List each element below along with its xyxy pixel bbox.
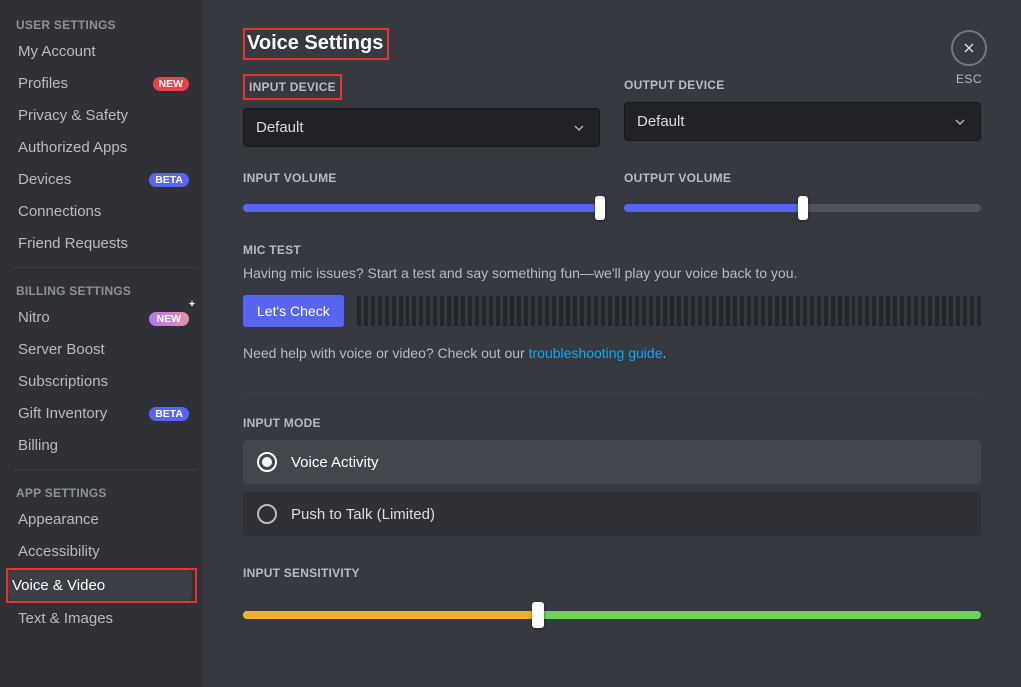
sidebar-item-label: Gift Inventory xyxy=(18,405,107,422)
close-label: ESC xyxy=(951,72,987,86)
sidebar-item-label: Devices xyxy=(18,171,71,188)
sidebar-item-label: Accessibility xyxy=(18,543,100,560)
sidebar-item-connections[interactable]: Connections xyxy=(14,196,197,227)
sidebar-item-gift-inventory[interactable]: Gift Inventory BETA xyxy=(14,398,197,429)
input-mode-voice-activity[interactable]: Voice Activity xyxy=(243,440,981,484)
nitro-badge-wrap: NEW xyxy=(149,309,190,326)
sidebar-item-label: Connections xyxy=(18,203,101,220)
sidebar-divider xyxy=(14,267,197,268)
beta-badge: BETA xyxy=(149,173,189,187)
sidebar-item-privacy[interactable]: Privacy & Safety xyxy=(14,100,197,131)
mic-test-label: MIC TEST xyxy=(243,243,301,257)
sidebar-item-accessibility[interactable]: Accessibility xyxy=(14,536,197,567)
highlight-annotation: Voice & Video xyxy=(6,568,197,603)
select-value: Default xyxy=(637,113,685,130)
new-badge: NEW xyxy=(153,77,190,91)
radio-icon xyxy=(257,504,277,524)
sparkle-icon xyxy=(185,299,199,313)
output-device-select[interactable]: Default xyxy=(624,102,981,141)
sidebar-item-account[interactable]: My Account xyxy=(14,36,197,67)
input-mode-label: INPUT MODE xyxy=(243,416,321,430)
output-volume-label: OUTPUT VOLUME xyxy=(624,171,731,185)
radio-icon xyxy=(257,452,277,472)
page-title: Voice Settings xyxy=(245,30,387,58)
input-volume-slider[interactable] xyxy=(243,197,600,219)
beta-badge: BETA xyxy=(149,407,189,421)
input-device-label: INPUT DEVICE xyxy=(249,80,336,94)
input-sensitivity-slider[interactable] xyxy=(243,611,981,619)
help-text: Need help with voice or video? Check out… xyxy=(243,345,981,361)
lets-check-button[interactable]: Let's Check xyxy=(243,295,344,327)
input-sensitivity-label: INPUT SENSITIVITY xyxy=(243,566,360,580)
sidebar-item-voice-video[interactable]: Voice & Video xyxy=(8,570,192,601)
input-mode-push-to-talk[interactable]: Push to Talk (Limited) xyxy=(243,492,981,536)
sidebar-item-label: Subscriptions xyxy=(18,373,108,390)
sidebar-item-label: Text & Images xyxy=(18,610,113,627)
sidebar-item-appearance[interactable]: Appearance xyxy=(14,504,197,535)
sidebar-item-label: Server Boost xyxy=(18,341,105,358)
sidebar-header-billing: BILLING SETTINGS xyxy=(14,276,197,302)
sidebar-item-profiles[interactable]: Profiles NEW xyxy=(14,68,197,99)
radio-label: Voice Activity xyxy=(291,454,379,471)
select-value: Default xyxy=(256,119,304,136)
mic-level-meter xyxy=(356,296,981,326)
troubleshooting-link[interactable]: troubleshooting guide xyxy=(529,345,663,361)
sidebar-item-billing[interactable]: Billing xyxy=(14,430,197,461)
new-badge: NEW xyxy=(149,312,190,326)
input-device-select[interactable]: Default xyxy=(243,108,600,147)
sidebar-item-label: Privacy & Safety xyxy=(18,107,128,124)
sidebar-item-devices[interactable]: Devices BETA xyxy=(14,164,197,195)
output-volume-slider[interactable] xyxy=(624,197,981,219)
sidebar-header-user: USER SETTINGS xyxy=(14,10,197,36)
sidebar-item-label: Friend Requests xyxy=(18,235,128,252)
sidebar-item-label: Billing xyxy=(18,437,58,454)
highlight-annotation: INPUT DEVICE xyxy=(243,74,342,100)
chevron-down-icon xyxy=(571,120,587,136)
highlight-annotation: Voice Settings xyxy=(243,28,389,60)
sidebar-item-apps[interactable]: Authorized Apps xyxy=(14,132,197,163)
output-device-label: OUTPUT DEVICE xyxy=(624,74,724,92)
help-text-pre: Need help with voice or video? Check out… xyxy=(243,345,529,361)
mic-test-description: Having mic issues? Start a test and say … xyxy=(243,265,981,281)
radio-label: Push to Talk (Limited) xyxy=(291,506,435,523)
page-title-wrap: Voice Settings xyxy=(243,28,981,60)
section-divider xyxy=(243,393,981,394)
sidebar-item-label: My Account xyxy=(18,43,96,60)
input-volume-label: INPUT VOLUME xyxy=(243,171,337,185)
sidebar-divider xyxy=(14,469,197,470)
sidebar-item-server-boost[interactable]: Server Boost xyxy=(14,334,197,365)
sidebar-item-text-images[interactable]: Text & Images xyxy=(14,603,197,634)
close-settings: ESC xyxy=(951,30,987,86)
sidebar-item-subscriptions[interactable]: Subscriptions xyxy=(14,366,197,397)
settings-sidebar: USER SETTINGS My Account Profiles NEW Pr… xyxy=(0,0,203,687)
sidebar-item-label: Voice & Video xyxy=(12,577,105,594)
sidebar-item-label: Appearance xyxy=(18,511,99,528)
sidebar-item-label: Nitro xyxy=(18,309,50,326)
close-icon xyxy=(961,40,977,56)
chevron-down-icon xyxy=(952,114,968,130)
sidebar-header-app: APP SETTINGS xyxy=(14,478,197,504)
close-button[interactable] xyxy=(951,30,987,66)
sidebar-item-friend-requests[interactable]: Friend Requests xyxy=(14,228,197,259)
help-text-post: . xyxy=(663,345,667,361)
sidebar-item-label: Profiles xyxy=(18,75,68,92)
sidebar-item-label: Authorized Apps xyxy=(18,139,127,156)
sidebar-item-nitro[interactable]: Nitro NEW xyxy=(14,302,197,333)
settings-main: Voice Settings INPUT DEVICE Default OUTP… xyxy=(203,0,1021,687)
